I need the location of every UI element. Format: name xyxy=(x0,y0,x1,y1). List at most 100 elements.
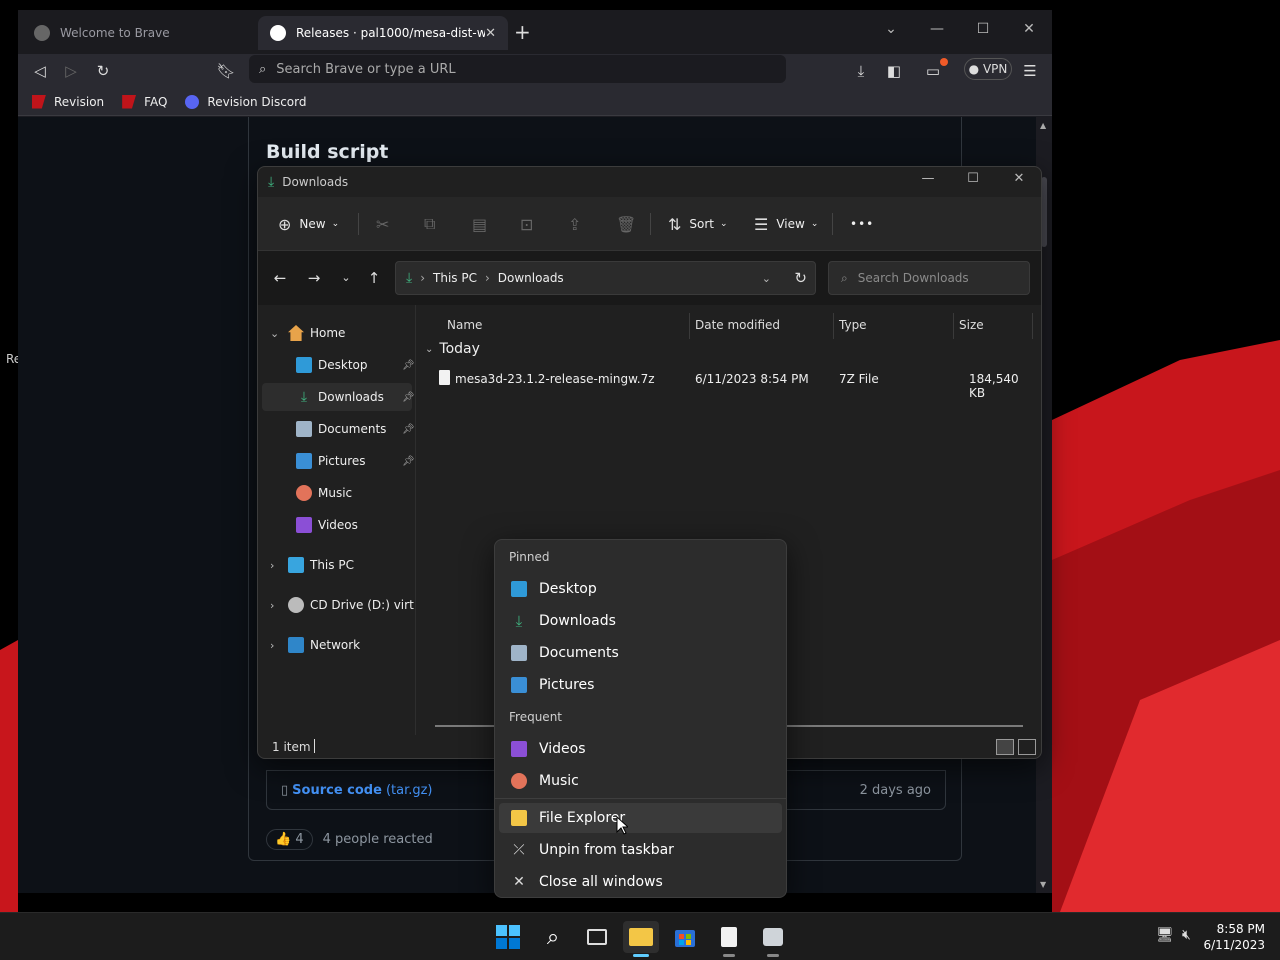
nav-item-network[interactable]: › Network xyxy=(262,631,412,659)
view-list-icon: ☰ xyxy=(754,214,769,234)
vpn-button[interactable]: ● VPN xyxy=(964,58,1012,80)
address-dropdown-icon[interactable]: ⌄ xyxy=(762,272,771,285)
forward-arrow-icon[interactable]: → xyxy=(302,267,326,289)
explorer-titlebar: ⤓ Downloads — ☐ ✕ xyxy=(258,167,1041,197)
clock-date: 6/11/2023 xyxy=(1203,938,1265,952)
forward-icon[interactable]: ▷ xyxy=(58,58,84,84)
file-row[interactable]: mesa3d-23.1.2-release-mingw.7z 6/11/2023… xyxy=(431,367,1031,400)
column-header-type[interactable]: Type xyxy=(839,311,867,339)
asset-link[interactable]: Source code xyxy=(292,783,382,798)
jump-item-music[interactable]: Music xyxy=(499,766,782,796)
new-button[interactable]: ⊕ New ⌄ xyxy=(278,210,339,238)
jump-item-downloads[interactable]: ⤓ Downloads xyxy=(499,606,782,636)
search-input[interactable]: ⌕ Search Downloads xyxy=(828,261,1030,295)
more-options-icon[interactable]: ••• xyxy=(850,210,874,238)
jump-item-desktop[interactable]: Desktop xyxy=(499,574,782,604)
bookmark-faq[interactable]: FAQ xyxy=(122,94,167,109)
jump-item-documents[interactable]: Documents xyxy=(499,638,782,668)
view-button[interactable]: ☰ View ⌄ xyxy=(754,210,818,238)
tab-welcome[interactable]: Welcome to Brave xyxy=(22,16,258,50)
nav-label: Pictures xyxy=(318,454,366,468)
nav-item-desktop[interactable]: Desktop 📌︎ xyxy=(262,351,415,379)
back-arrow-icon[interactable]: ← xyxy=(268,267,292,289)
jump-item-close-all[interactable]: ✕ Close all windows xyxy=(499,867,782,897)
maximize-button[interactable]: ☐ xyxy=(958,171,988,186)
desktop-icon xyxy=(511,581,527,597)
start-button[interactable] xyxy=(490,921,526,953)
paste-icon[interactable]: ▤ xyxy=(472,210,487,238)
nav-item-this-pc[interactable]: › This PC xyxy=(262,551,412,579)
scroll-up-icon[interactable]: ▲ xyxy=(1040,121,1046,130)
column-divider[interactable] xyxy=(689,313,690,339)
details-view-icon[interactable] xyxy=(996,739,1014,755)
group-header[interactable]: ⌄ Today xyxy=(425,341,480,357)
menu-icon[interactable]: ☰ xyxy=(1017,58,1043,84)
jump-item-file-explorer[interactable]: File Explorer xyxy=(499,803,782,833)
volume-muted-icon[interactable]: 🔇︎ xyxy=(1182,927,1191,943)
sort-button[interactable]: ⇅ Sort ⌄ xyxy=(668,210,728,238)
breadcrumb-downloads[interactable]: Downloads xyxy=(498,271,564,285)
clock[interactable]: 8:58 PM 6/11/2023 xyxy=(1203,921,1265,953)
nav-label: Videos xyxy=(318,518,358,532)
copy-icon[interactable]: ⧉ xyxy=(424,210,435,238)
tiles-view-icon[interactable] xyxy=(1018,739,1036,755)
thumbs-up-icon: 👍 xyxy=(275,832,292,847)
nav-item-cd-drive[interactable]: › CD Drive (D:) virtio- xyxy=(262,591,414,619)
nav-item-music[interactable]: Music xyxy=(262,479,412,507)
taskbar-store[interactable] xyxy=(667,921,703,953)
network-tray-icon[interactable]: 🖥︎ xyxy=(1156,927,1174,943)
nav-item-documents[interactable]: Documents 📌︎ xyxy=(262,415,415,443)
column-divider[interactable] xyxy=(833,313,834,339)
nav-item-home[interactable]: ⌄ Home xyxy=(262,319,412,347)
new-tab-button[interactable]: + xyxy=(514,22,531,42)
column-divider[interactable] xyxy=(953,313,954,339)
reaction-button[interactable]: 👍 4 xyxy=(266,829,313,850)
chevron-right-icon: › xyxy=(270,598,275,612)
nav-item-pictures[interactable]: Pictures 📌︎ xyxy=(262,447,415,475)
task-view-button[interactable] xyxy=(579,921,615,953)
jump-item-pictures[interactable]: Pictures xyxy=(499,670,782,700)
scroll-down-icon[interactable]: ▼ xyxy=(1040,880,1046,889)
rename-icon[interactable]: ⊡ xyxy=(520,210,533,238)
asset-link-suffix[interactable]: (tar.gz) xyxy=(386,783,433,798)
recent-locations-icon[interactable]: ⌄ xyxy=(334,267,358,289)
folder-icon xyxy=(629,928,653,946)
share-icon[interactable]: ⇪ xyxy=(568,210,581,238)
tab-releases[interactable]: Releases · pal1000/mesa-dist-win ✕ xyxy=(258,16,508,50)
jump-item-unpin[interactable]: ⤫ Unpin from taskbar xyxy=(499,835,782,865)
column-header-date[interactable]: Date modified xyxy=(695,311,780,339)
jump-list-menu: Pinned Desktop ⤓ Downloads Documents Pic… xyxy=(494,539,787,898)
download-icon[interactable]: ⤓ xyxy=(848,58,874,84)
bookmark-revision-discord[interactable]: Revision Discord xyxy=(185,94,306,109)
taskbar-search-button[interactable]: ⌕ xyxy=(535,921,571,953)
cut-icon[interactable]: ✂ xyxy=(376,210,389,238)
back-icon[interactable]: ◁ xyxy=(27,58,53,84)
tab-close-icon[interactable]: ✕ xyxy=(485,26,496,41)
breadcrumb[interactable]: ⤓ › This PC › Downloads ⌄ ↻ xyxy=(395,261,816,295)
close-button[interactable]: ✕ xyxy=(1004,171,1034,186)
breadcrumb-this-pc[interactable]: This PC xyxy=(433,271,477,285)
bookmark-revision[interactable]: Revision xyxy=(32,94,104,109)
jump-item-videos[interactable]: Videos xyxy=(499,734,782,764)
taskbar-notepad[interactable] xyxy=(711,921,747,957)
nav-item-downloads[interactable]: ⤓ Downloads 📌︎ xyxy=(262,383,415,411)
tab-search-icon[interactable]: ⌄ xyxy=(868,16,914,42)
running-indicator xyxy=(633,954,649,957)
sidebar-icon[interactable]: ◧ xyxy=(881,58,907,84)
column-header-size[interactable]: Size xyxy=(959,311,984,339)
minimize-button[interactable]: — xyxy=(914,16,960,42)
address-bar[interactable]: ⌕ Search Brave or type a URL xyxy=(249,55,786,83)
bookmark-icon[interactable]: 🔖︎ xyxy=(213,58,239,84)
column-header-name[interactable]: Name xyxy=(447,311,482,339)
up-arrow-icon[interactable]: ↑ xyxy=(362,267,386,289)
maximize-button[interactable]: ☐ xyxy=(960,16,1006,42)
close-button[interactable]: ✕ xyxy=(1006,16,1052,42)
delete-icon[interactable]: 🗑︎ xyxy=(616,210,636,238)
nav-item-videos[interactable]: Videos xyxy=(262,511,412,539)
taskbar-file-explorer[interactable] xyxy=(623,921,659,957)
reload-icon[interactable]: ↻ xyxy=(90,58,116,84)
column-divider[interactable] xyxy=(1032,313,1033,339)
minimize-button[interactable]: — xyxy=(913,171,943,186)
taskbar-app[interactable] xyxy=(755,921,791,957)
refresh-icon[interactable]: ↻ xyxy=(794,269,807,287)
